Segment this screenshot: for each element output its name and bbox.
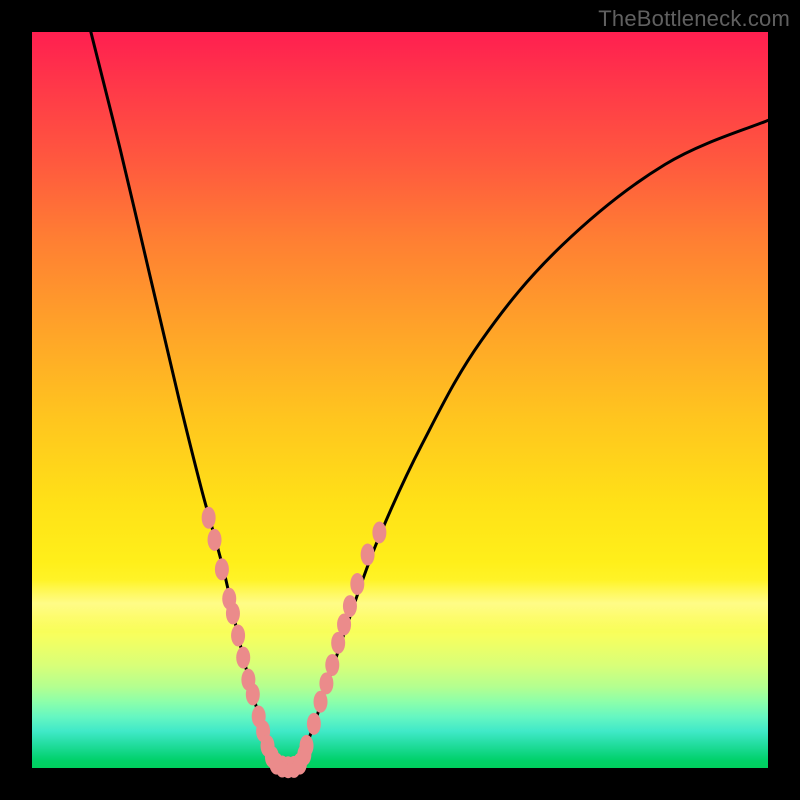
data-dot <box>325 654 339 676</box>
data-dot <box>226 602 240 624</box>
data-dot <box>231 625 245 647</box>
data-dot <box>372 521 386 543</box>
data-dot <box>307 713 321 735</box>
data-dot <box>215 558 229 580</box>
curve-right-branch <box>297 120 768 768</box>
chart-stage: TheBottleneck.com <box>0 0 800 800</box>
data-dot <box>350 573 364 595</box>
plot-area <box>32 32 768 768</box>
data-dot <box>236 647 250 669</box>
data-dots <box>202 507 387 779</box>
data-dot <box>202 507 216 529</box>
data-dot <box>343 595 357 617</box>
data-dot <box>208 529 222 551</box>
curve-layer <box>32 32 768 768</box>
watermark-text: TheBottleneck.com <box>598 6 790 32</box>
data-dot <box>246 683 260 705</box>
data-dot <box>300 735 314 757</box>
data-dot <box>361 544 375 566</box>
